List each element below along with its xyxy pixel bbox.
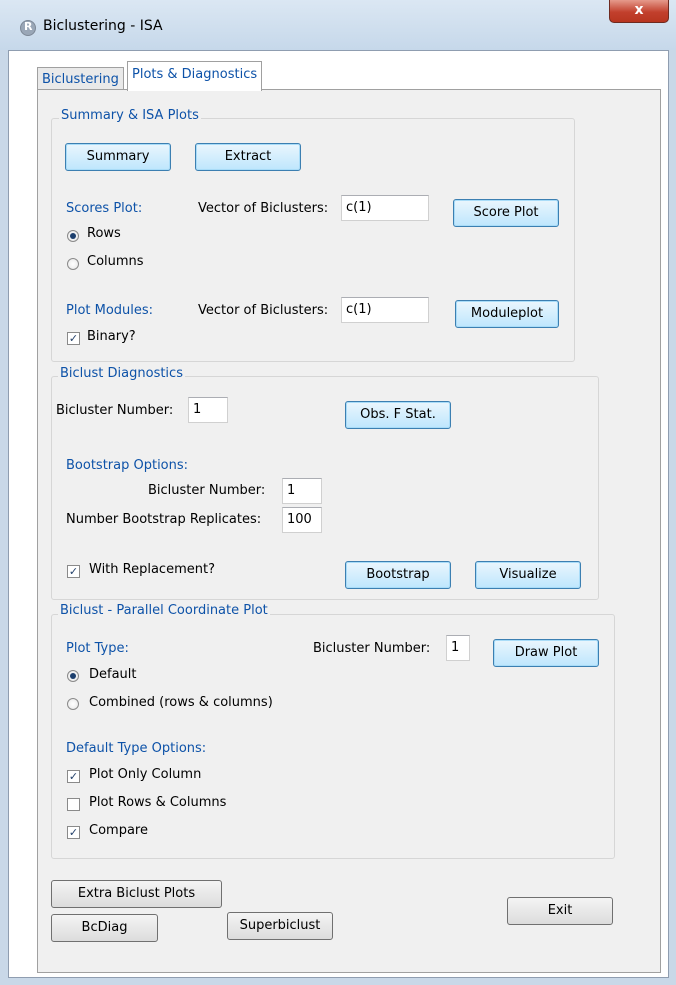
- obs-f-stat-button[interactable]: Obs. F Stat.: [345, 401, 451, 429]
- compare-label[interactable]: Compare: [89, 823, 148, 838]
- with-replacement-checkbox[interactable]: ✓: [67, 565, 80, 578]
- tab-biclustering[interactable]: Biclustering: [37, 67, 124, 90]
- biclust-diagnostics-legend: Biclust Diagnostics: [58, 366, 185, 381]
- with-replacement-label[interactable]: With Replacement?: [89, 562, 215, 577]
- draw-plot-button[interactable]: Draw Plot: [493, 639, 599, 667]
- window-title: Biclustering - ISA: [43, 18, 163, 34]
- superbiclust-button[interactable]: Superbiclust: [227, 912, 333, 940]
- extra-biclust-plots-button[interactable]: Extra Biclust Plots: [51, 880, 222, 908]
- r-app-icon: R: [20, 20, 36, 36]
- default-type-options-label: Default Type Options:: [66, 741, 207, 756]
- plot-modules-label: Plot Modules:: [66, 303, 154, 318]
- scores-plot-label: Scores Plot:: [66, 201, 143, 216]
- binary-label[interactable]: Binary?: [87, 329, 136, 344]
- visualize-button[interactable]: Visualize: [475, 561, 581, 589]
- summary-button[interactable]: Summary: [65, 143, 171, 171]
- modules-vector-input[interactable]: c(1): [341, 297, 429, 323]
- tab-plots-diagnostics[interactable]: Plots & Diagnostics: [127, 61, 263, 91]
- default-radio[interactable]: [67, 670, 79, 682]
- exit-button[interactable]: Exit: [507, 897, 613, 925]
- moduleplot-button[interactable]: Moduleplot: [455, 300, 559, 328]
- extract-button[interactable]: Extract: [195, 143, 301, 171]
- replicates-input[interactable]: 100: [282, 507, 322, 533]
- compare-checkbox[interactable]: ✓: [67, 826, 80, 839]
- plot-rows-columns-label[interactable]: Plot Rows & Columns: [89, 795, 226, 810]
- columns-label[interactable]: Columns: [87, 254, 144, 269]
- columns-radio[interactable]: [67, 258, 79, 270]
- close-button[interactable]: x: [609, 0, 669, 23]
- plot-only-column-checkbox[interactable]: ✓: [67, 770, 80, 783]
- binary-checkbox[interactable]: ✓: [67, 332, 80, 345]
- bcdiag-button[interactable]: BcDiag: [51, 914, 158, 942]
- summary-isa-legend: Summary & ISA Plots: [59, 108, 201, 123]
- window-frame: R Biclustering - ISA x Biclustering Plot…: [0, 0, 676, 985]
- diag-bicluster-number-label: Bicluster Number:: [56, 403, 174, 418]
- diag-bicluster-number-input[interactable]: 1: [188, 397, 228, 423]
- bootstrap-bicluster-input[interactable]: 1: [282, 478, 322, 504]
- plot-only-column-label[interactable]: Plot Only Column: [89, 767, 201, 782]
- scores-vector-label: Vector of Biclusters:: [198, 201, 329, 216]
- rows-label[interactable]: Rows: [87, 226, 121, 241]
- combined-label[interactable]: Combined (rows & columns): [89, 695, 273, 710]
- plot-rows-columns-checkbox[interactable]: [67, 798, 80, 811]
- parallel-coordinate-legend: Biclust - Parallel Coordinate Plot: [58, 603, 270, 618]
- pcp-bicluster-number-input[interactable]: 1: [446, 635, 470, 661]
- scores-vector-input[interactable]: c(1): [341, 195, 429, 221]
- combined-radio[interactable]: [67, 698, 79, 710]
- modules-vector-label: Vector of Biclusters:: [198, 303, 329, 318]
- replicates-label: Number Bootstrap Replicates:: [66, 512, 262, 527]
- default-label[interactable]: Default: [89, 667, 137, 682]
- pcp-bicluster-number-label: Bicluster Number:: [313, 641, 431, 656]
- title-bar[interactable]: R Biclustering - ISA x: [0, 0, 676, 50]
- score-plot-button[interactable]: Score Plot: [453, 199, 559, 227]
- bootstrap-options-label: Bootstrap Options:: [66, 458, 189, 473]
- plot-type-label: Plot Type:: [66, 641, 129, 656]
- rows-radio[interactable]: [67, 230, 79, 242]
- bootstrap-button[interactable]: Bootstrap: [345, 561, 451, 589]
- bootstrap-bicluster-label: Bicluster Number:: [148, 483, 266, 498]
